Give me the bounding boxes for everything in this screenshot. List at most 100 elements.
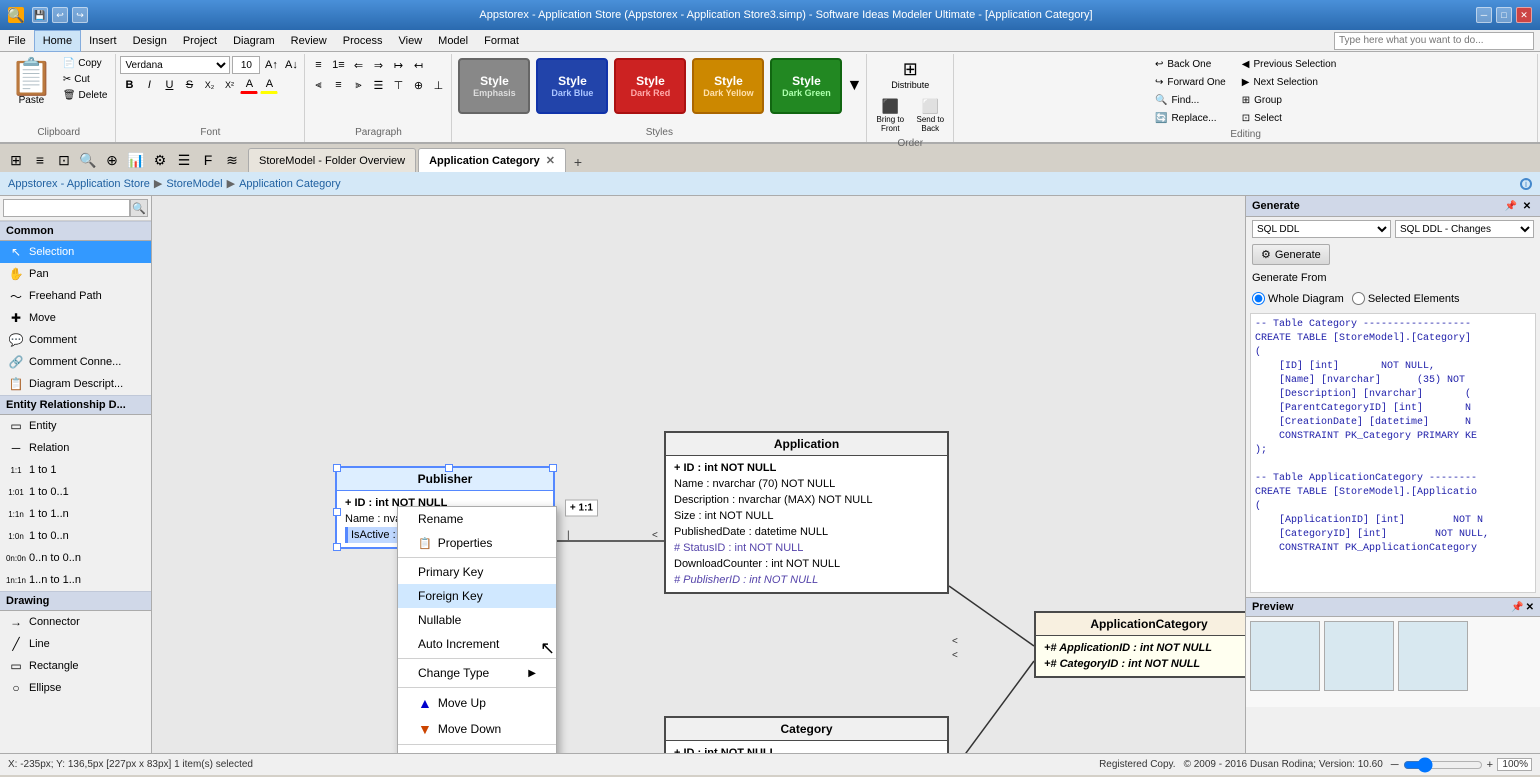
rtl-button[interactable]: ↤ (409, 56, 427, 74)
font-family-select[interactable]: Verdana (120, 56, 230, 74)
canvas-area[interactable]: | < < < < Publisher + ID : int NOT NUL (152, 196, 1245, 753)
panel-item-connector[interactable]: → Connector (0, 611, 151, 633)
indent-decrease-button[interactable]: ⇐ (349, 56, 367, 74)
ctx-move-up[interactable]: ▲ Move Up (398, 690, 556, 716)
panel-item-entity[interactable]: ▭ Entity (0, 415, 151, 437)
back-one-button[interactable]: ↩ Back One (1150, 56, 1231, 73)
top-align-button[interactable]: ⊤ (389, 76, 407, 94)
breadcrumb-root[interactable]: Appstorex - Application Store (8, 178, 150, 190)
panel-search-input[interactable] (3, 199, 130, 217)
number-list-button[interactable]: 1≡ (329, 56, 347, 74)
panel-item-move[interactable]: ✚ Move (0, 307, 151, 329)
align-right-button[interactable]: ⫸ (349, 76, 367, 94)
style-darkblue-button[interactable]: Style Dark Blue (536, 58, 608, 114)
panel-item-comment-conn[interactable]: 🔗 Comment Conne... (0, 351, 151, 373)
panel-item-ellipse[interactable]: ○ Ellipse (0, 677, 151, 699)
selected-elements-input[interactable] (1352, 292, 1365, 305)
send-to-back-button[interactable]: ⬜ Send to Back (911, 95, 949, 136)
menu-format[interactable]: Format (476, 30, 527, 52)
bold-button[interactable]: B (120, 76, 138, 94)
panel-item-freehand[interactable]: 〜 Freehand Path (0, 285, 151, 307)
subscript-button[interactable]: X₂ (200, 76, 218, 94)
diagram-tb-btn-6[interactable]: 📊 (124, 148, 148, 172)
preview-pin-button[interactable]: 📌 (1511, 602, 1523, 613)
font-color-button[interactable]: A (240, 76, 258, 94)
zoom-in-button[interactable]: + (1487, 759, 1493, 771)
prev-selection-button[interactable]: ◀ Previous Selection (1237, 56, 1342, 73)
delete-button[interactable]: 🗑 Delete (59, 88, 112, 103)
bottom-align-button[interactable]: ⊥ (429, 76, 447, 94)
panel-search-button[interactable]: 🔍 (130, 199, 148, 217)
entity-category[interactable]: Category + ID : int NOT NULL Name : nvar… (664, 716, 949, 753)
mid-align-button[interactable]: ⊕ (409, 76, 427, 94)
search-box[interactable] (1334, 32, 1534, 50)
diagram-tb-btn-1[interactable]: ⊞ (4, 148, 28, 172)
ctx-move-down[interactable]: ▼ Move Down (398, 716, 556, 742)
style-emphasis-button[interactable]: Style Emphasis (458, 58, 530, 114)
panel-item-line[interactable]: ╱ Line (0, 633, 151, 655)
ctx-change-type[interactable]: Change Type ▶ (398, 661, 556, 685)
quick-access-save[interactable]: 💾 (32, 7, 48, 23)
diagram-tb-btn-9[interactable]: F (196, 148, 220, 172)
panel-item-1to01[interactable]: 1:01 1 to 0..1 (0, 481, 151, 503)
menu-file[interactable]: File (0, 30, 34, 52)
select-button[interactable]: ⊡ Select (1237, 110, 1342, 127)
indent-increase-button[interactable]: ⇒ (369, 56, 387, 74)
style-darkgreen-button[interactable]: Style Dark Green (770, 58, 842, 114)
panel-item-rectangle[interactable]: ▭ Rectangle (0, 655, 151, 677)
minimize-btn[interactable]: ─ (1476, 7, 1492, 23)
tab-close-icon[interactable]: ✕ (546, 154, 555, 167)
panel-item-1to1[interactable]: 1:1 1 to 1 (0, 459, 151, 481)
diagram-tb-btn-8[interactable]: ☰ (172, 148, 196, 172)
maximize-btn[interactable]: □ (1496, 7, 1512, 23)
whole-diagram-radio[interactable]: Whole Diagram (1252, 292, 1344, 305)
menu-home[interactable]: Home (34, 30, 81, 52)
ctx-primary-key[interactable]: Primary Key (398, 560, 556, 584)
panel-item-relation[interactable]: ─ Relation (0, 437, 151, 459)
underline-button[interactable]: U (160, 76, 178, 94)
superscript-button[interactable]: X² (220, 76, 238, 94)
menu-view[interactable]: View (391, 30, 431, 52)
panel-item-selection[interactable]: ↖ Selection (0, 241, 151, 263)
menu-design[interactable]: Design (125, 30, 175, 52)
tab-storemodel[interactable]: StoreModel - Folder Overview (248, 148, 416, 172)
menu-project[interactable]: Project (175, 30, 225, 52)
replace-button[interactable]: 🔄 Replace... (1150, 110, 1231, 127)
diagram-tb-btn-10[interactable]: ≋ (220, 148, 244, 172)
diagram-tb-btn-3[interactable]: ⊡ (52, 148, 76, 172)
preview-close-button[interactable]: ✕ (1526, 602, 1534, 613)
ltr-button[interactable]: ↦ (389, 56, 407, 74)
zoom-slider[interactable] (1403, 757, 1483, 773)
distribute-button[interactable]: ⊞ Distribute (886, 56, 934, 93)
diagram-tb-btn-2[interactable]: ≡ (28, 148, 52, 172)
panel-item-pan[interactable]: ✋ Pan (0, 263, 151, 285)
breadcrumb-appcategory[interactable]: Application Category (239, 178, 341, 190)
panel-close-button[interactable]: ✕ (1520, 199, 1534, 213)
menu-insert[interactable]: Insert (81, 30, 125, 52)
zoom-out-button[interactable]: ─ (1391, 759, 1399, 771)
diagram-tb-btn-7[interactable]: ⚙ (148, 148, 172, 172)
panel-item-0nto0n[interactable]: 0n:0n 0..n to 0..n (0, 547, 151, 569)
ctx-properties[interactable]: 📋 Properties (398, 531, 556, 555)
tab-add-button[interactable]: + (568, 152, 588, 172)
diagram-tb-btn-5[interactable]: ⊕ (100, 148, 124, 172)
font-shrink-button[interactable]: A↓ (282, 56, 300, 74)
entity-appcategory[interactable]: ApplicationCategory +# ApplicationID : i… (1034, 611, 1245, 678)
ctx-nullable[interactable]: Nullable (398, 608, 556, 632)
bullet-list-button[interactable]: ≡ (309, 56, 327, 74)
style-darkyellow-button[interactable]: Style Dark Yellow (692, 58, 764, 114)
menu-model[interactable]: Model (430, 30, 476, 52)
diagram-tb-btn-4[interactable]: 🔍 (76, 148, 100, 172)
align-center-button[interactable]: ≡ (329, 76, 347, 94)
sql-ddl-select[interactable]: SQL DDL (1252, 220, 1391, 238)
quick-access-redo[interactable]: ↪ (72, 7, 88, 23)
panel-item-1to1n[interactable]: 1:1n 1 to 1..n (0, 503, 151, 525)
tab-application-category[interactable]: Application Category ✕ (418, 148, 566, 172)
ctx-remove-fields[interactable]: ✕ Remove Field(s) (398, 747, 556, 753)
align-justify-button[interactable]: ☰ (369, 76, 387, 94)
copy-button[interactable]: 📄 Copy (59, 56, 112, 71)
quick-access-undo[interactable]: ↩ (52, 7, 68, 23)
highlight-button[interactable]: A (260, 76, 278, 94)
ctx-auto-increment[interactable]: Auto Increment (398, 632, 556, 656)
panel-item-comment[interactable]: 💬 Comment (0, 329, 151, 351)
